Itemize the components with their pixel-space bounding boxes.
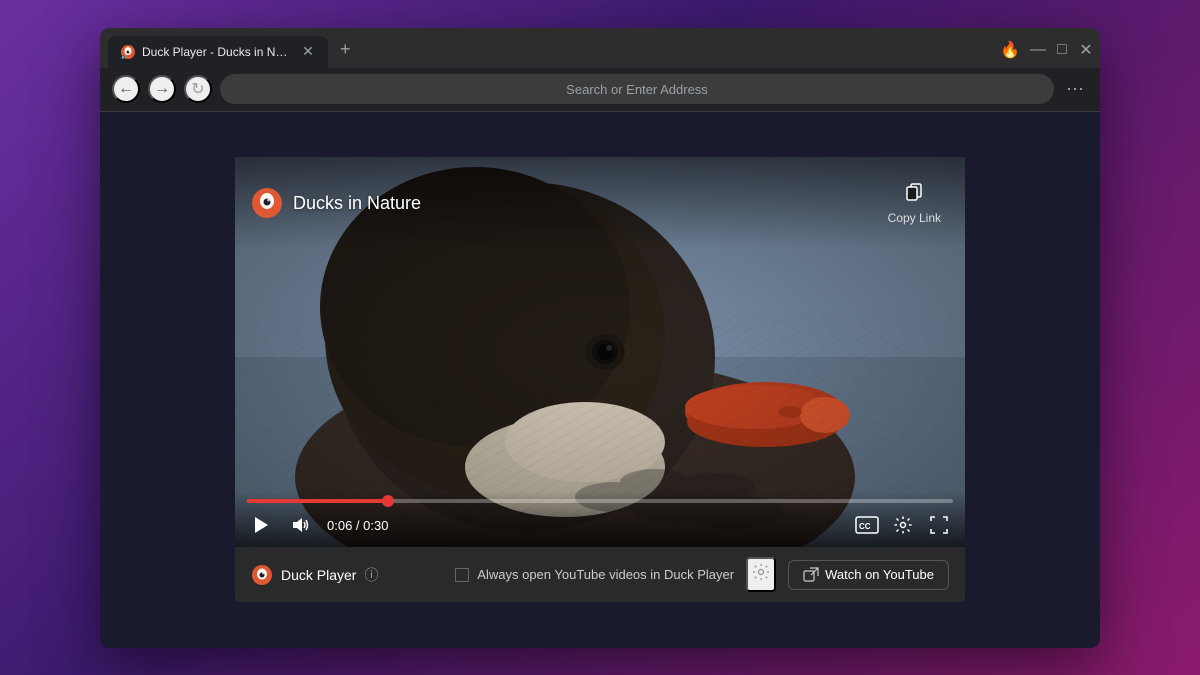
always-open-checkbox[interactable] [455,568,469,582]
player-settings-button[interactable] [746,557,776,592]
tab-close-button[interactable]: ✕ [300,44,316,60]
tab-favicon: 🔊 [120,44,136,60]
controls-right: CC [853,511,953,539]
player-logo-area: Duck Player ⓘ [251,564,378,586]
video-header: Ducks in Nature Copy Link [235,157,965,249]
player-ddg-logo [251,564,273,586]
ddg-logo [251,187,283,219]
info-icon[interactable]: ⓘ [364,565,378,585]
progress-bar[interactable] [247,499,953,503]
close-button[interactable]: ✕ [1080,44,1092,56]
address-text: Search or Enter Address [566,82,708,97]
refresh-button[interactable]: ↻ [184,75,212,103]
flame-icon: 🔥 [1000,40,1020,60]
time-display: 0:06 / 0:30 [327,518,388,533]
video-area: Ducks in Nature Copy Link [235,157,965,547]
fullscreen-button[interactable] [925,511,953,539]
duck-player: Ducks in Nature Copy Link [235,157,965,602]
back-button[interactable]: ← [112,75,140,103]
forward-button[interactable]: → [148,75,176,103]
maximize-button[interactable]: □ [1056,44,1068,56]
svg-text:🔊: 🔊 [121,53,127,60]
settings-button[interactable] [889,511,917,539]
player-bottom-bar: Duck Player ⓘ Always open YouTube videos… [235,547,965,602]
title-bar: 🔊 Duck Player - Ducks in Nature... ✕ + 🔥… [100,28,1100,68]
volume-button[interactable] [287,511,315,539]
always-open-label: Always open YouTube videos in Duck Playe… [477,567,734,582]
watch-youtube-label: Watch on YouTube [825,567,934,582]
video-title-area: Ducks in Nature [251,187,421,219]
title-bar-controls: 🔥 — □ ✕ [1000,40,1092,68]
play-button[interactable] [247,511,275,539]
external-link-icon [803,567,819,583]
page-content: Ducks in Nature Copy Link [100,112,1100,648]
controls-left: 0:06 / 0:30 [247,511,388,539]
tab-title: Duck Player - Ducks in Nature... [142,45,294,59]
svg-text:CC: CC [859,522,871,531]
copy-link-label: Copy Link [888,211,941,225]
video-controls: 0:06 / 0:30 CC [235,491,965,547]
always-open-area: Always open YouTube videos in Duck Playe… [455,567,734,582]
player-name: Duck Player [281,567,356,583]
captions-button[interactable]: CC [853,511,881,539]
controls-row: 0:06 / 0:30 CC [247,511,953,539]
navigation-bar: ← → ↻ Search or Enter Address ⋯ [100,68,1100,112]
address-bar[interactable]: Search or Enter Address [220,74,1054,104]
progress-fill [247,499,388,503]
tab-area: 🔊 Duck Player - Ducks in Nature... ✕ + [108,35,1000,68]
video-title: Ducks in Nature [293,193,421,214]
watch-youtube-button[interactable]: Watch on YouTube [788,560,949,590]
copy-link-button[interactable]: Copy Link [880,173,949,233]
progress-dot [382,495,394,507]
browser-window: 🔊 Duck Player - Ducks in Nature... ✕ + 🔥… [100,28,1100,648]
menu-button[interactable]: ⋯ [1062,75,1088,104]
new-tab-button[interactable]: + [332,35,359,64]
minimize-button[interactable]: — [1032,44,1044,56]
copy-icon [904,181,924,207]
active-tab[interactable]: 🔊 Duck Player - Ducks in Nature... ✕ [108,36,328,68]
